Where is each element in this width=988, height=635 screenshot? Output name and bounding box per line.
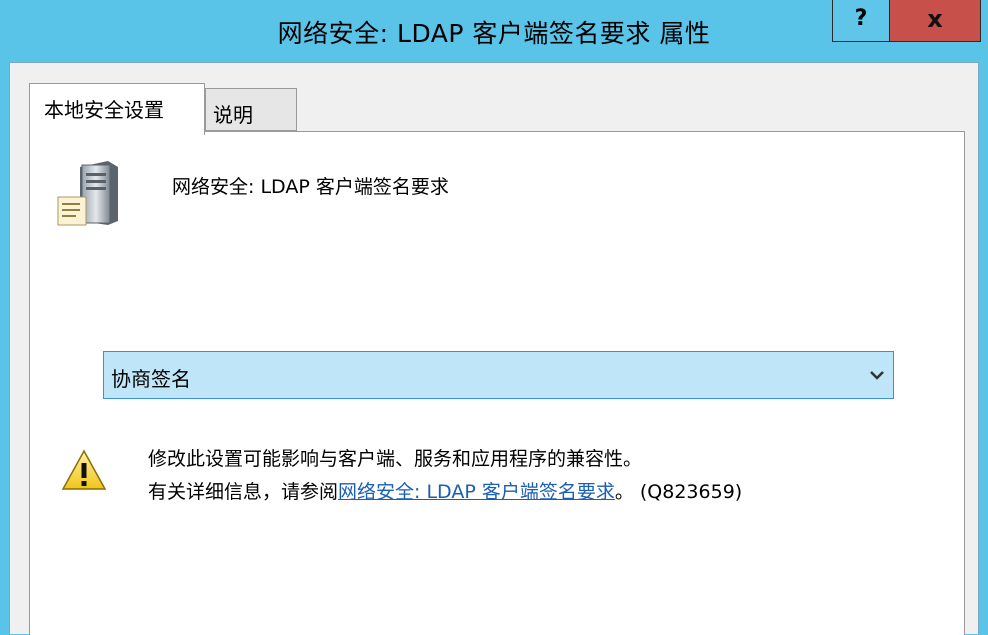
more-info-suffix: 。 (Q823659)	[614, 481, 743, 503]
dialog-client-area: 本地安全设置 说明 网络安全: LDAP 客户端签名要求 协商签名 修改此设置可…	[9, 62, 979, 635]
server-document-icon	[57, 161, 118, 226]
policy-name: 网络安全: LDAP 客户端签名要求	[172, 176, 449, 198]
more-info-text: 有关详细信息，请参阅网络安全: LDAP 客户端签名要求。 (Q823659)	[148, 477, 742, 504]
tab-local-security-setting[interactable]: 本地安全设置	[29, 83, 205, 135]
policy-help-link[interactable]: 网络安全: LDAP 客户端签名要求	[338, 481, 615, 503]
chevron-down-icon[interactable]	[867, 362, 887, 386]
more-info-prefix: 有关详细信息，请参阅	[148, 481, 339, 503]
compatibility-warning-text: 修改此设置可能影响与客户端、服务和应用程序的兼容性。	[148, 448, 643, 470]
setting-dropdown[interactable]: 协商签名	[103, 351, 894, 399]
warning-triangle-icon	[61, 449, 107, 490]
dropdown-selected-value: 协商签名	[111, 367, 191, 391]
close-button[interactable]: x	[889, 0, 981, 42]
title-bar[interactable]: 网络安全: LDAP 客户端签名要求 属性 ? x	[0, 0, 988, 62]
help-button[interactable]: ?	[832, 0, 890, 42]
tab-panel: 网络安全: LDAP 客户端签名要求 协商签名 修改此设置可能影响与客户端、服务…	[29, 131, 965, 635]
tab-explain[interactable]: 说明	[205, 88, 297, 131]
